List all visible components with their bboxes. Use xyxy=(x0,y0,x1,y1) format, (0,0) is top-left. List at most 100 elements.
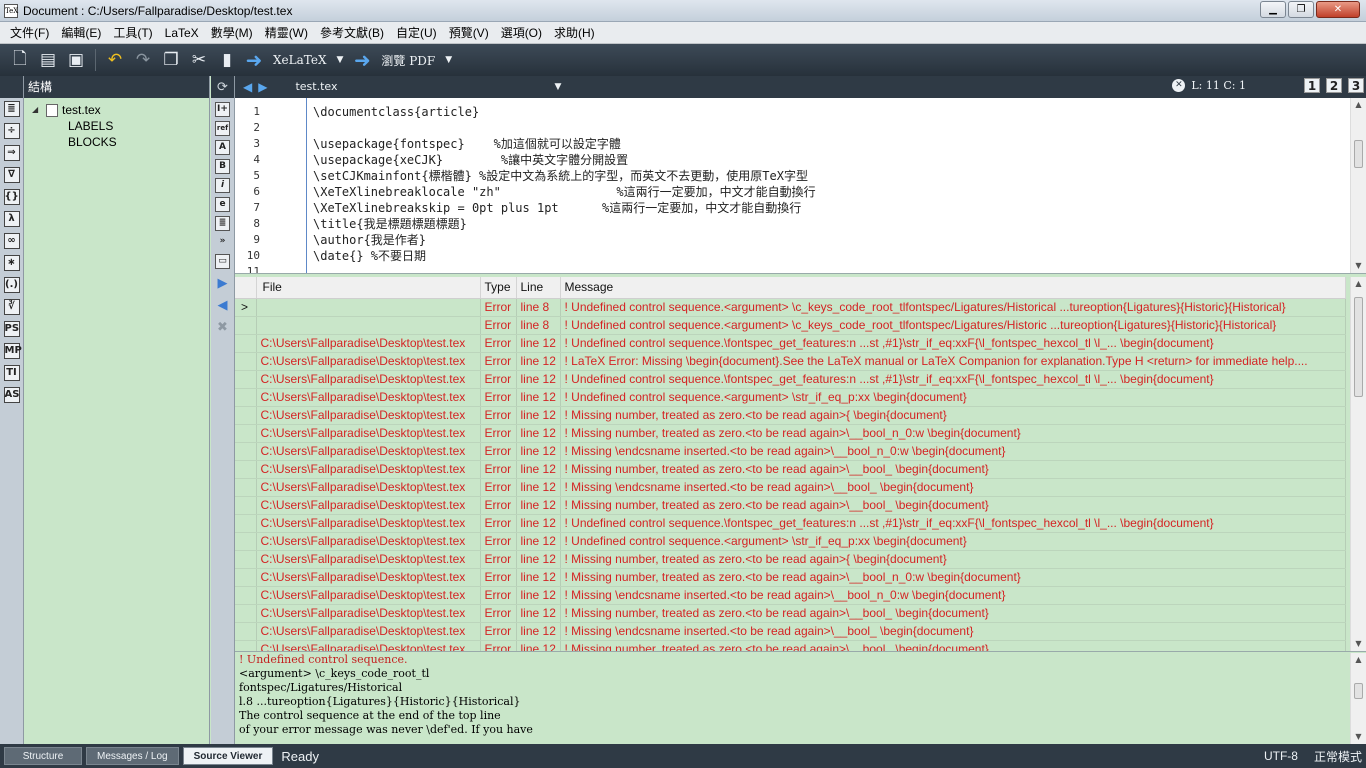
code-line[interactable]: \title{我是標題標題標題} xyxy=(313,216,1348,232)
emphasis-icon[interactable]: e xyxy=(215,197,230,212)
tab-structure[interactable]: Structure xyxy=(4,747,82,765)
minimize-icon[interactable]: ▁ xyxy=(1260,1,1286,18)
open-icon[interactable]: ▤ xyxy=(36,48,60,72)
code-line[interactable]: \XeTeXlinebreakskip = 0pt plus 1pt %這兩行一… xyxy=(313,200,1348,216)
relations-icon[interactable]: ⇒ xyxy=(3,145,20,161)
log-panel-icon[interactable]: ▭ xyxy=(215,254,230,269)
code-line[interactable]: \documentclass{article} xyxy=(313,104,1348,120)
font-size-icon[interactable]: A xyxy=(215,140,230,155)
viewer-select[interactable]: 瀏覽 PDF ▼ xyxy=(377,49,456,71)
code-line[interactable]: \setCJKmainfont{標楷體} %設定中文為系統上的字型，而英文不去更… xyxy=(313,168,1348,184)
table-row[interactable]: C:\Users\Fallparadise\Desktop\test.tex Er… xyxy=(235,586,1346,605)
bold-icon[interactable]: B xyxy=(215,159,230,174)
cut-icon[interactable]: ✂ xyxy=(187,48,211,72)
ref-icon[interactable]: ref xyxy=(215,121,230,136)
view-run-icon[interactable]: ➜ xyxy=(351,48,373,72)
forward-arrow-icon[interactable]: ▶ xyxy=(258,80,267,94)
greek-letters-icon[interactable]: λ xyxy=(3,211,20,227)
misc-symbols-icon[interactable]: ∞ xyxy=(3,233,20,249)
encoding-label[interactable]: UTF-8 xyxy=(1264,749,1298,763)
menu-view[interactable]: 預覽(V) xyxy=(443,24,495,41)
next-error-icon[interactable]: ▶ xyxy=(211,273,234,295)
table-row[interactable]: C:\Users\Fallparadise\Desktop\test.tex Er… xyxy=(235,496,1346,515)
table-row[interactable]: C:\Users\Fallparadise\Desktop\test.tex Er… xyxy=(235,622,1346,641)
tree-item-labels[interactable]: LABELS xyxy=(24,118,209,134)
table-row[interactable]: C:\Users\Fallparadise\Desktop\test.tex Er… xyxy=(235,514,1346,533)
table-row[interactable]: C:\Users\Fallparadise\Desktop\test.tex Er… xyxy=(235,406,1346,425)
menu-tools[interactable]: 工具(T) xyxy=(107,24,158,41)
menu-file[interactable]: 文件(F) xyxy=(4,24,55,41)
view-3-button[interactable]: 3 xyxy=(1348,78,1364,93)
chevron-down-icon[interactable]: ▼ xyxy=(555,78,562,96)
maximize-icon[interactable]: ❐ xyxy=(1288,1,1314,18)
table-row[interactable]: C:\Users\Fallparadise\Desktop\test.tex Er… xyxy=(235,478,1346,497)
previous-error-icon[interactable]: ◀ xyxy=(211,295,234,317)
menu-bibliography[interactable]: 參考文獻(B) xyxy=(314,24,390,41)
scroll-down-icon[interactable]: ▼ xyxy=(1351,259,1366,273)
star-symbols-icon[interactable]: ∗ xyxy=(3,255,20,271)
view-2-button[interactable]: 2 xyxy=(1326,78,1342,93)
scroll-thumb[interactable] xyxy=(1354,683,1363,699)
log-scrollbar[interactable]: ▲ ▼ xyxy=(1350,277,1366,651)
tab-source-viewer[interactable]: Source Viewer xyxy=(182,747,274,765)
italic-icon[interactable]: i xyxy=(215,178,230,193)
menu-help[interactable]: 求助(H) xyxy=(548,24,601,41)
redo-icon[interactable]: ↷ xyxy=(131,48,155,72)
table-row[interactable]: C:\Users\Fallparadise\Desktop\test.tex Er… xyxy=(235,424,1346,443)
code-line[interactable]: \date{} %不要日期 xyxy=(313,248,1348,264)
column-header-type[interactable]: Type xyxy=(480,277,517,299)
tree-item-blocks[interactable]: BLOCKS xyxy=(24,134,209,150)
table-row[interactable]: Error line 8! Undefined control sequence.… xyxy=(235,316,1346,335)
code-line[interactable]: \author{我是作者} xyxy=(313,232,1348,248)
expand-triangle-icon[interactable]: ◢ xyxy=(32,102,44,118)
close-document-icon[interactable]: ✕ xyxy=(1172,79,1186,92)
accents-icon[interactable]: ∛ xyxy=(3,299,20,315)
structure-panel-icon[interactable]: ≣ xyxy=(3,101,20,117)
back-arrow-icon[interactable]: ◀ xyxy=(243,80,252,94)
stop-icon[interactable]: ✖ xyxy=(211,317,234,339)
code-line[interactable] xyxy=(313,120,1348,136)
new-file-icon[interactable]: 🗋 xyxy=(8,48,32,72)
table-row[interactable]: C:\Users\Fallparadise\Desktop\test.tex Er… xyxy=(235,640,1346,651)
close-icon[interactable]: ✕ xyxy=(1316,1,1360,18)
code-line[interactable]: \XeTeXlinebreaklocale "zh" %這兩行一定要加，中文才能… xyxy=(313,184,1348,200)
scroll-up-icon[interactable]: ▲ xyxy=(1351,653,1366,667)
view-1-button[interactable]: 1 xyxy=(1304,78,1320,93)
column-header-file[interactable]: File xyxy=(256,277,481,299)
save-icon[interactable]: ▣ xyxy=(64,48,88,72)
tab-messages-log[interactable]: Messages / Log xyxy=(86,747,179,765)
quick-build-run-icon[interactable]: ➜ xyxy=(243,48,265,72)
compiler-select[interactable]: XeLaTeX ▼ xyxy=(269,49,347,71)
table-row[interactable]: C:\Users\Fallparadise\Desktop\test.tex Er… xyxy=(235,370,1346,389)
scroll-up-icon[interactable]: ▲ xyxy=(1351,277,1366,291)
table-row[interactable]: C:\Users\Fallparadise\Desktop\test.tex Er… xyxy=(235,334,1346,353)
undo-icon[interactable]: ↶ xyxy=(103,48,127,72)
table-row[interactable]: C:\Users\Fallparadise\Desktop\test.tex Er… xyxy=(235,460,1346,479)
table-row[interactable]: C:\Users\Fallparadise\Desktop\test.tex Er… xyxy=(235,604,1346,623)
scroll-thumb[interactable] xyxy=(1354,297,1363,397)
menu-math[interactable]: 數學(M) xyxy=(205,24,259,41)
menu-latex[interactable]: LaTeX xyxy=(159,26,205,40)
operators-icon[interactable]: ÷ xyxy=(3,123,20,139)
table-row[interactable]: C:\Users\Fallparadise\Desktop\test.tex Er… xyxy=(235,352,1346,371)
asymptote-icon[interactable]: AS xyxy=(3,387,20,403)
code-line[interactable]: \usepackage{fontspec} %加這個就可以設定字體 xyxy=(313,136,1348,152)
menu-edit[interactable]: 編輯(E) xyxy=(55,24,107,41)
pstricks-icon[interactable]: PS xyxy=(3,321,20,337)
tikz-icon[interactable]: TI xyxy=(3,365,20,381)
tree-item-file[interactable]: ◢ test.tex xyxy=(24,102,209,118)
column-header-message[interactable]: Message xyxy=(560,277,1346,299)
table-row[interactable]: C:\Users\Fallparadise\Desktop\test.tex Er… xyxy=(235,442,1346,461)
table-row[interactable]: C:\Users\Fallparadise\Desktop\test.tex Er… xyxy=(235,550,1346,569)
delimiters-icon[interactable]: {} xyxy=(3,189,20,205)
scroll-up-icon[interactable]: ▲ xyxy=(1351,98,1366,112)
code-line[interactable]: \usepackage{xeCJK} %讓中英文字體分開設置 xyxy=(313,152,1348,168)
arrows-icon[interactable]: ∇ xyxy=(3,167,20,183)
more-icon[interactable]: » xyxy=(215,235,230,250)
paste-icon[interactable]: ▮ xyxy=(215,48,239,72)
menu-wizard[interactable]: 精靈(W) xyxy=(259,24,314,41)
table-row[interactable]: > Error line 8! Undefined control sequence… xyxy=(235,298,1346,317)
copy-icon[interactable]: ❐ xyxy=(159,48,183,72)
align-icon[interactable]: ≣ xyxy=(215,216,230,231)
insert-include-icon[interactable]: I+ xyxy=(215,102,230,117)
